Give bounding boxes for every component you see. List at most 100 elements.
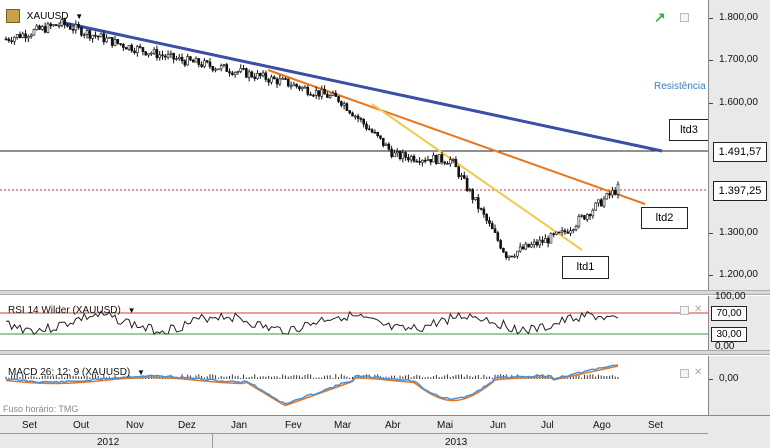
candle-body xyxy=(463,175,466,179)
month-label: Set xyxy=(648,420,664,431)
rsi-pane[interactable]: RSI 14 Wilder (XAUUSD) ▼ ✕ xyxy=(0,296,708,350)
macd-axis[interactable]: 0,00 xyxy=(708,356,770,415)
candle-body xyxy=(440,154,444,163)
candle-body xyxy=(152,49,156,54)
pane-splitter[interactable] xyxy=(0,350,770,355)
candle-body xyxy=(52,24,55,27)
candle-body xyxy=(435,154,438,164)
candle-body xyxy=(563,230,567,233)
chevron-down-icon[interactable]: ▼ xyxy=(75,12,83,21)
candle-body xyxy=(144,51,148,56)
candle-body xyxy=(256,72,259,79)
candle-body xyxy=(569,230,572,234)
candle-body xyxy=(423,160,427,162)
rsi-title[interactable]: RSI 14 Wilder (XAUUSD) ▼ xyxy=(8,305,136,316)
price-axis[interactable]: 1.800,00 1.700,00 1.600,00 1.300,00 1.20… xyxy=(708,0,770,290)
price-tick: 1.800,00 xyxy=(719,12,758,23)
candle-body xyxy=(412,155,416,162)
candle-body xyxy=(180,56,184,62)
price-tick: 1.600,00 xyxy=(719,97,758,108)
candle-body xyxy=(415,160,419,163)
close-icon[interactable]: ✕ xyxy=(694,305,702,315)
maximize-icon[interactable] xyxy=(680,369,689,378)
candle-body xyxy=(493,228,497,233)
candle-body xyxy=(513,255,516,258)
candle-body xyxy=(124,47,128,50)
price-pane[interactable]: XAUUSD ▼ ↗ Resistência ltd3 ltd2 ltd1 xyxy=(0,0,709,290)
candlestick-series xyxy=(4,17,620,261)
candle-body xyxy=(429,159,433,163)
level-label-1491: 1.491,57 xyxy=(713,142,767,162)
macd-pane[interactable]: MACD 26; 12; 9 (XAUUSD) ▼ ✕ Fuso horário… xyxy=(0,356,708,415)
candle-body xyxy=(217,68,220,71)
ltd2-label: ltd2 xyxy=(641,207,688,229)
candle-body xyxy=(426,159,430,161)
month-label: Fev xyxy=(285,420,302,431)
ltd1-label: ltd1 xyxy=(562,256,609,279)
close-icon[interactable]: ✕ xyxy=(694,368,702,378)
candle-body xyxy=(381,137,385,146)
year-label: 2013 xyxy=(445,437,468,448)
candle-body xyxy=(421,160,424,163)
candle-body xyxy=(41,26,44,30)
candle-body xyxy=(418,161,421,163)
candle-body xyxy=(460,175,463,178)
time-axis[interactable]: Set Out Nov Dez Jan Fev Mar Abr Mai Jun … xyxy=(0,415,770,448)
candle-body xyxy=(502,247,505,253)
price-chart[interactable] xyxy=(0,0,708,290)
candle-body xyxy=(409,155,413,161)
candle-body xyxy=(186,56,189,66)
macd-title[interactable]: MACD 26; 12; 9 (XAUUSD) ▼ xyxy=(8,367,145,378)
candle-body xyxy=(4,38,8,41)
pane-splitter[interactable] xyxy=(0,290,770,295)
candle-body xyxy=(437,154,441,164)
candle-body xyxy=(404,152,407,158)
candle-body xyxy=(401,152,405,160)
candle-body xyxy=(250,71,254,78)
candle-body xyxy=(116,39,120,44)
chevron-down-icon[interactable]: ▼ xyxy=(137,368,145,377)
candle-body xyxy=(161,54,164,57)
candle-body xyxy=(208,61,212,67)
candle-body xyxy=(108,37,111,39)
candle-body xyxy=(449,159,452,165)
candle-body xyxy=(524,243,528,250)
candle-body xyxy=(133,50,136,53)
candle-body xyxy=(541,239,544,243)
chevron-down-icon[interactable]: ▼ xyxy=(128,306,136,315)
candle-body xyxy=(7,38,11,41)
candle-body xyxy=(340,101,343,106)
edit-icon[interactable] xyxy=(6,9,20,23)
candle-body xyxy=(334,92,338,97)
candle-body xyxy=(362,118,365,125)
candle-body xyxy=(376,132,379,136)
rsi-axis[interactable]: 100,00 70,00 30,00 0,00 xyxy=(708,292,770,352)
candle-body xyxy=(231,72,234,75)
candle-body xyxy=(55,24,58,27)
candle-body xyxy=(345,103,349,111)
candle-body xyxy=(278,78,282,85)
candle-body xyxy=(599,199,603,207)
candle-body xyxy=(549,233,553,244)
candle-body xyxy=(239,68,243,72)
candle-body xyxy=(443,161,447,164)
candle-body xyxy=(471,189,474,200)
macd-tick: 0,00 xyxy=(719,373,739,384)
candle-body xyxy=(465,178,469,191)
candle-body xyxy=(387,143,391,150)
symbol-header[interactable]: XAUUSD ▼ xyxy=(6,9,83,23)
candle-body xyxy=(77,24,80,28)
candle-body xyxy=(150,52,153,55)
level-label-1397: 1.397,25 xyxy=(713,181,767,201)
candle-body xyxy=(521,246,525,250)
candle-body xyxy=(71,29,75,31)
trend-up-icon[interactable]: ↗ xyxy=(654,9,666,26)
maximize-icon[interactable] xyxy=(680,306,689,315)
maximize-icon[interactable] xyxy=(680,13,689,22)
candle-body xyxy=(228,71,231,74)
candle-body xyxy=(544,238,547,243)
candle-body xyxy=(560,230,564,233)
candle-body xyxy=(18,34,22,38)
candle-body xyxy=(605,193,609,200)
candle-body xyxy=(367,128,371,131)
